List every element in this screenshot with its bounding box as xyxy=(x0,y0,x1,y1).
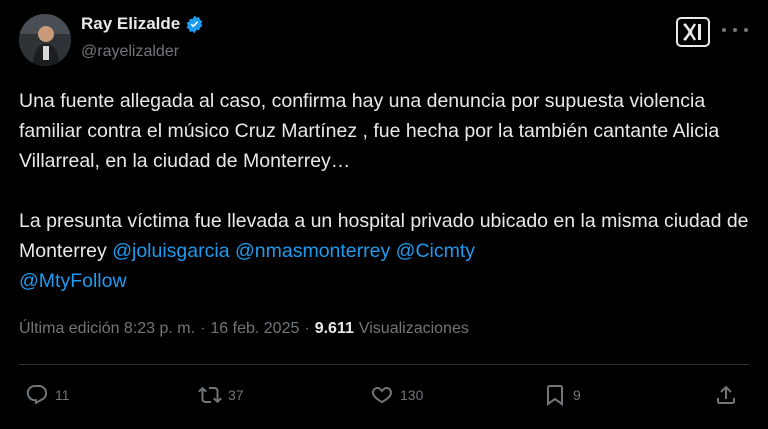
avatar-image-icon xyxy=(19,14,71,66)
divider xyxy=(19,364,749,365)
repost-icon xyxy=(198,386,222,404)
tweet-meta: Última edición 8:23 p. m. · 16 feb. 2025… xyxy=(19,320,469,338)
views-count: 9.611 xyxy=(314,320,354,337)
repost-count: 37 xyxy=(228,387,244,403)
reply-button[interactable]: 11 xyxy=(25,383,70,407)
share-icon xyxy=(717,385,735,404)
like-button[interactable]: 130 xyxy=(370,383,423,407)
tweet-date[interactable]: 16 feb. 2025 xyxy=(210,320,299,338)
verified-badge-icon xyxy=(185,15,204,34)
author-name-row: Ray Elizalde xyxy=(81,14,204,34)
bookmark-icon xyxy=(547,385,563,406)
tweet-paragraph-1: Una fuente allegada al caso, confirma ha… xyxy=(19,90,725,172)
author-handle[interactable]: @rayelizalder xyxy=(81,43,179,61)
share-button[interactable] xyxy=(714,383,738,407)
x-logo-icon[interactable] xyxy=(676,17,710,47)
author-name[interactable]: Ray Elizalde xyxy=(81,14,180,34)
meta-separator: · xyxy=(304,320,310,337)
mention-link[interactable]: @Cicmty xyxy=(396,240,475,262)
tweet-card: Ray Elizalde @rayelizalder Una fuente al… xyxy=(0,0,768,429)
mention-link[interactable]: @nmasmonterrey xyxy=(235,240,390,262)
bookmark-button[interactable]: 9 xyxy=(543,383,581,407)
views-label: Visualizaciones xyxy=(358,320,469,337)
repost-button[interactable]: 37 xyxy=(198,383,244,407)
meta-separator: · xyxy=(200,320,206,337)
bookmark-count: 9 xyxy=(573,387,581,403)
mention-link[interactable]: @MtyFollow xyxy=(19,270,127,292)
reply-count: 11 xyxy=(55,387,70,403)
more-options-icon[interactable] xyxy=(722,20,748,40)
heart-icon xyxy=(372,387,392,404)
reply-icon xyxy=(26,385,48,405)
edited-time[interactable]: Última edición 8:23 p. m. xyxy=(19,320,195,338)
tweet-paragraph-2: La presunta víctima fue llevada a un hos… xyxy=(19,206,749,296)
mention-link[interactable]: @joluisgarcia xyxy=(112,240,229,262)
tweet-text: Una fuente allegada al caso, confirma ha… xyxy=(19,86,749,296)
like-count: 130 xyxy=(400,387,424,403)
avatar[interactable] xyxy=(19,14,71,66)
